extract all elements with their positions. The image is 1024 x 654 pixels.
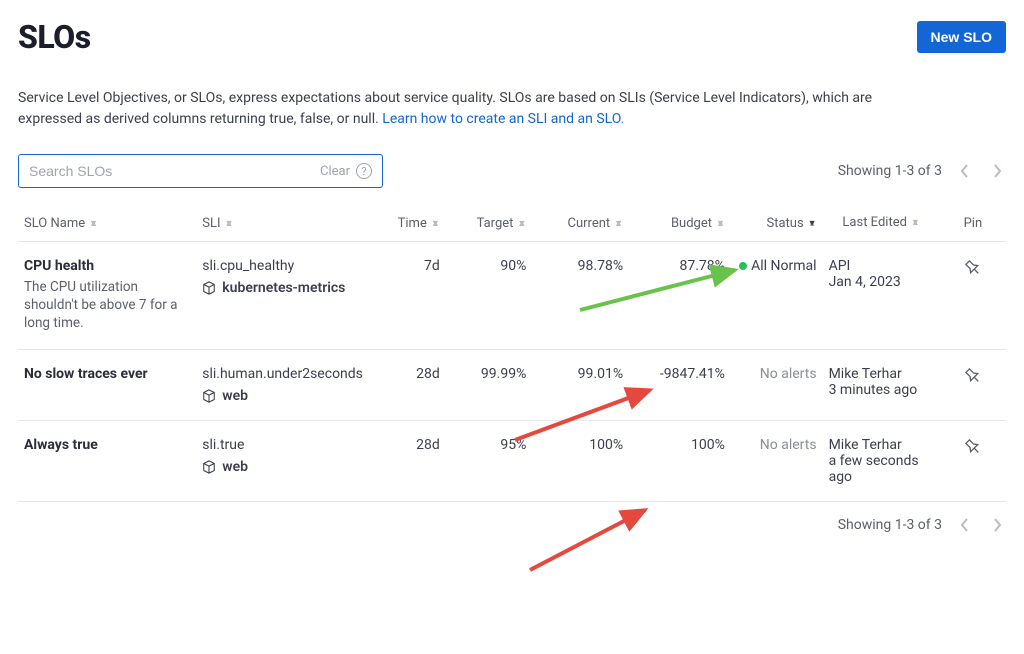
cell-budget: -9847.41% [629,349,731,420]
help-icon[interactable]: ? [356,163,372,179]
dataset-cube-icon [202,389,216,403]
pager-top: Showing 1-3 of 3 [838,162,1006,180]
dataset-name: web [222,388,248,404]
col-current[interactable]: Current ▲▼ [532,206,629,242]
cell-status: All Normal [731,242,823,350]
page-title: SLOs [18,18,91,56]
col-time[interactable]: Time ▲▼ [364,206,445,242]
col-sli[interactable]: SLI ▲▼ [196,206,364,242]
editor-name: API [829,258,934,274]
pager-bottom: Showing 1-3 of 3 [18,501,1006,548]
cell-target: 99.99% [446,349,533,420]
slo-table: SLO Name ▲▼ SLI ▲▼ Time ▲▼ Target ▲▼ Cur… [18,206,1006,501]
pin-icon[interactable] [959,254,987,282]
cell-target: 90% [446,242,533,350]
status-dot-icon [739,262,747,270]
new-slo-button[interactable]: New SLO [917,21,1006,53]
table-row[interactable]: No slow traces ever sli.human.under2secon… [18,349,1006,420]
pin-icon[interactable] [959,433,987,461]
edited-when: 3 minutes ago [829,382,934,398]
cell-time: 28d [364,349,445,420]
col-pin: Pin [940,206,1006,242]
sli-name: sli.true [202,437,358,453]
slo-name: Always true [24,437,190,453]
status-text: All Normal [751,258,816,274]
search-clear-button[interactable]: Clear [320,164,350,179]
pager-prev-bottom-icon[interactable] [956,516,974,534]
col-target[interactable]: Target ▲▼ [446,206,533,242]
pager-next-bottom-icon[interactable] [988,516,1006,534]
intro-learn-link[interactable]: Learn how to create an SLI and an SLO. [382,111,624,127]
cell-current: 98.78% [532,242,629,350]
cell-budget: 87.78% [629,242,731,350]
sli-name: sli.human.under2seconds [202,366,358,382]
cell-current: 99.01% [532,349,629,420]
cell-status: No alerts [731,420,823,501]
cell-status: No alerts [731,349,823,420]
slo-name: No slow traces ever [24,366,190,382]
slo-name: CPU health [24,258,190,274]
col-budget[interactable]: Budget ▲▼ [629,206,731,242]
edited-when: Jan 4, 2023 [829,274,934,290]
sli-name: sli.cpu_healthy [202,258,358,274]
dataset-cube-icon [202,460,216,474]
dataset-name: web [222,459,248,475]
col-name[interactable]: SLO Name ▲▼ [18,206,196,242]
pin-icon[interactable] [959,362,987,390]
col-last-edited[interactable]: Last Edited ▲▼ [823,206,940,242]
edited-when: a few seconds ago [829,453,934,485]
table-row[interactable]: CPU health The CPU utilization shouldn't … [18,242,1006,350]
col-status[interactable]: Status ▲▼ [731,206,823,242]
cell-time: 28d [364,420,445,501]
intro-text: Service Level Objectives, or SLOs, expre… [18,88,938,130]
cell-time: 7d [364,242,445,350]
cell-target: 95% [446,420,533,501]
pager-next-icon[interactable] [988,162,1006,180]
status-text: No alerts [760,437,817,453]
dataset-name: kubernetes-metrics [222,280,345,296]
search-input[interactable] [29,163,320,179]
cell-budget: 100% [629,420,731,501]
slo-desc: The CPU utilization shouldn't be above 7… [24,278,190,333]
status-text: No alerts [760,366,817,382]
search-box[interactable]: Clear ? [18,154,383,188]
table-row[interactable]: Always truesli.trueweb28d95%100%100%No a… [18,420,1006,501]
pager-summary: Showing 1-3 of 3 [838,163,942,179]
editor-name: Mike Terhar [829,437,934,453]
pager-summary-bottom: Showing 1-3 of 3 [838,517,942,533]
editor-name: Mike Terhar [829,366,934,382]
pager-prev-icon[interactable] [956,162,974,180]
dataset-cube-icon [202,281,216,295]
cell-current: 100% [532,420,629,501]
